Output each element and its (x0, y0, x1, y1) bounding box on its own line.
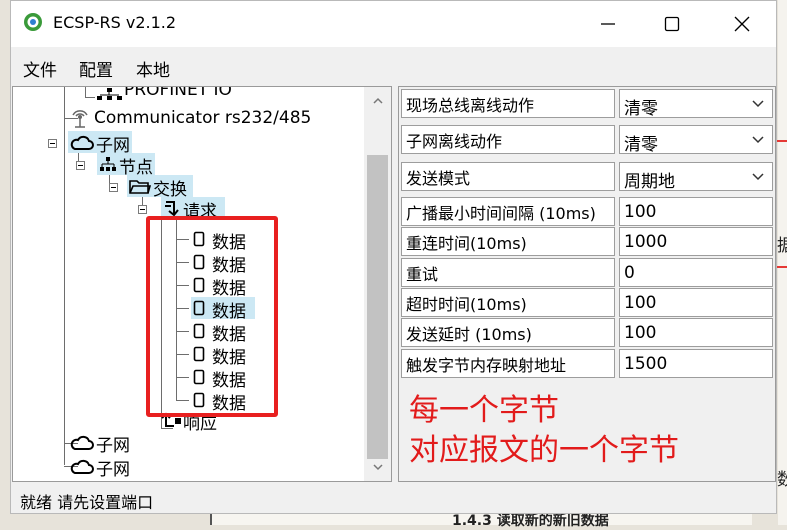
folder-icon (129, 180, 151, 194)
device-tree[interactable]: PROFINET IO Communicator rs232/485 子网 节点… (12, 86, 392, 482)
background-red-line (776, 266, 787, 268)
background-red-line (776, 140, 787, 142)
property-label: 现场总线离线动作 (401, 89, 615, 118)
app-window: ECSP-RS v2.1.2 文件 配置 本地 PROFINET IO Comm… (10, 0, 777, 514)
menu-config[interactable]: 配置 (79, 56, 113, 81)
tree-line (85, 97, 95, 98)
chevron-down-icon (752, 136, 764, 144)
annotation-text-line2: 对应报文的一个字节 (409, 433, 679, 468)
property-label: 发送模式 (401, 162, 615, 191)
node-icon (100, 157, 116, 171)
reconnect-time-field[interactable]: 1000 (619, 227, 773, 256)
status-bar: 就绪 请先设置端口 (20, 493, 154, 512)
close-icon (734, 16, 750, 32)
property-row: 广播最小时间间隔 (10ms) 100 (401, 197, 773, 226)
collapse-toggle[interactable] (138, 205, 147, 214)
annotation-highlight-box (146, 216, 278, 417)
chevron-down-icon (752, 100, 764, 108)
tree-item-subnet-3[interactable]: 子网 (68, 455, 132, 480)
trigger-byte-address-field[interactable]: 1500 (619, 349, 773, 378)
property-row: 触发字节内存映射地址 1500 (401, 349, 773, 378)
property-row: 超时时间(10ms) 100 (401, 288, 773, 317)
scroll-thumb[interactable] (367, 155, 388, 459)
cloud-icon (70, 435, 94, 450)
antenna-icon (72, 110, 88, 128)
send-delay-field[interactable]: 100 (619, 318, 773, 347)
property-row: 重试 0 (401, 258, 773, 287)
property-row: 子网离线动作 清零 (401, 125, 773, 155)
menu-local[interactable]: 本地 (136, 56, 170, 81)
property-row: 发送延时 (10ms) 100 (401, 318, 773, 347)
cloud-icon (70, 135, 94, 150)
network-icon (97, 88, 122, 100)
tree-item-subnet[interactable]: 子网 (68, 131, 132, 156)
tree-line (64, 87, 65, 465)
collapse-toggle[interactable] (48, 139, 57, 148)
tree-scrollbar[interactable] (364, 87, 391, 481)
app-logo-icon (24, 13, 42, 31)
background-glyph: 据 (777, 236, 787, 256)
background-glyph: 数 (777, 470, 787, 490)
property-label: 子网离线动作 (401, 125, 615, 154)
property-label: 触发字节内存映射地址 (401, 349, 615, 378)
property-label: 发送延时 (10ms) (401, 318, 615, 347)
background-document (778, 0, 787, 525)
subnet-offline-action-select[interactable]: 清零 (619, 125, 773, 155)
cloud-icon (70, 459, 94, 474)
tree-item-profinet[interactable]: PROFINET IO (124, 87, 232, 100)
property-label: 广播最小时间间隔 (10ms) (401, 197, 615, 226)
minimize-button[interactable] (585, 9, 631, 39)
broadcast-interval-field[interactable]: 100 (619, 197, 773, 226)
property-row: 现场总线离线动作 清零 (401, 89, 773, 119)
maximize-icon (664, 16, 680, 32)
menu-file[interactable]: 文件 (23, 56, 57, 81)
tree-line (85, 87, 86, 97)
property-grid: 现场总线离线动作 清零 子网离线动作 清零 发送模式 周期地 广播最小时间间隔 … (398, 86, 776, 482)
property-label: 超时时间(10ms) (401, 288, 615, 317)
maximize-button[interactable] (649, 9, 695, 39)
tree-item-node[interactable]: 节点 (97, 153, 155, 178)
annotation-text-line1: 每一个字节 (409, 393, 559, 428)
property-row: 重连时间(10ms) 1000 (401, 227, 773, 256)
tree-item-subnet-2[interactable]: 子网 (68, 431, 132, 456)
chevron-down-icon (752, 173, 764, 181)
property-label: 重试 (401, 258, 615, 287)
fieldbus-offline-action-select[interactable]: 清零 (619, 89, 773, 119)
scroll-down-icon[interactable] (372, 461, 384, 473)
property-label: 重连时间(10ms) (401, 227, 615, 256)
minimize-icon (601, 23, 615, 25)
collapse-toggle[interactable] (76, 161, 85, 170)
timeout-field[interactable]: 100 (619, 288, 773, 317)
retry-field[interactable]: 0 (619, 258, 773, 287)
tree-item-exchange[interactable]: 交换 (127, 175, 193, 200)
scroll-up-icon[interactable] (372, 95, 384, 107)
request-arrow-icon (165, 201, 179, 217)
tree-item-communicator[interactable]: Communicator rs232/485 (94, 108, 311, 128)
send-mode-select[interactable]: 周期地 (619, 162, 773, 192)
title-bar[interactable]: ECSP-RS v2.1.2 (11, 1, 776, 47)
window-title: ECSP-RS v2.1.2 (53, 13, 177, 32)
collapse-toggle[interactable] (109, 183, 118, 192)
close-button[interactable] (719, 9, 765, 39)
menu-bar: 文件 配置 本地 (11, 51, 776, 83)
property-row: 发送模式 周期地 (401, 162, 773, 192)
